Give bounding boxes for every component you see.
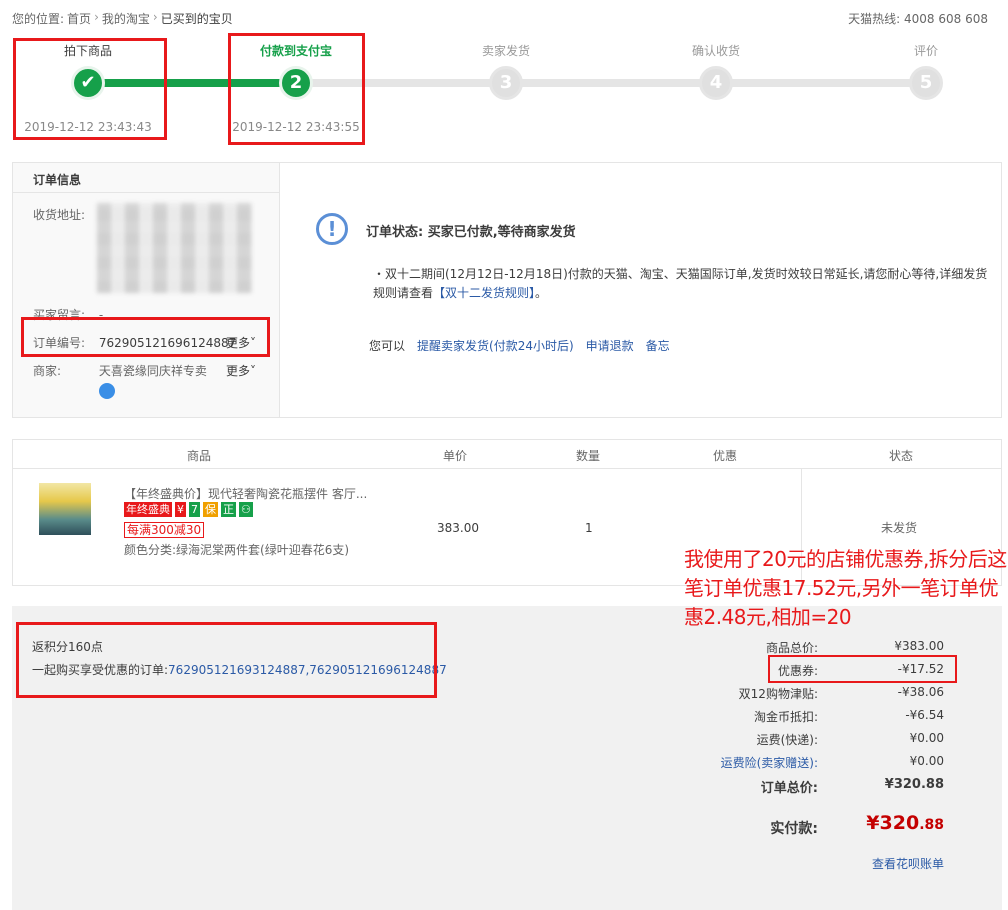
step-number: 4	[699, 66, 733, 100]
memo-link[interactable]: 备忘	[646, 337, 670, 354]
actual-payment: 实付款: ¥320.88	[658, 812, 944, 838]
quantity: 1	[585, 521, 593, 535]
insurance-link[interactable]: 运费险(卖家赠送):	[658, 754, 818, 771]
remind-ship-link[interactable]: 提醒卖家发货(付款24小时后)	[417, 337, 574, 354]
pay-decimal: .88	[919, 817, 944, 833]
shipping-rules-link[interactable]: 【双十二发货规则】	[433, 286, 535, 300]
shipping-notice: ・双十二期间(12月12日-12月18日)付款的天猫、淘宝、天猫国际订单,发货时…	[373, 265, 998, 303]
fee-goods-total: 商品总价: ¥383.00	[658, 639, 944, 656]
info-icon: !	[316, 213, 348, 245]
merchant-link[interactable]: 天喜瓷缘同庆祥专卖	[99, 364, 207, 378]
merchant-row: 商家: 天喜瓷缘同庆祥专卖	[33, 362, 207, 379]
merchant-more-toggle[interactable]: 更多˅	[226, 362, 256, 379]
annotation-note: 我使用了20元的店铺优惠券,拆分后这笔订单优惠17.52元,另外一笔订单优惠2.…	[684, 547, 1007, 629]
total-label: 订单总价:	[760, 781, 818, 796]
fee-label: 淘金币抵扣:	[753, 710, 818, 724]
breadcrumb-prefix: 您的位置:	[12, 12, 65, 26]
step-label: 卖家发货	[481, 44, 530, 58]
step-number: 2	[279, 66, 313, 100]
product-title-link[interactable]: 【年终盛典价】现代轻奢陶瓷花瓶摆件 客厅...	[124, 485, 367, 502]
coupon-badge[interactable]: ¥	[175, 502, 186, 517]
sale-badge[interactable]: 年终盛典	[124, 502, 172, 517]
breadcrumb-separator: ›	[152, 10, 158, 24]
highlight-box	[21, 317, 270, 357]
fee-value: ¥0.00	[909, 731, 944, 745]
fee-value: -¥6.54	[905, 708, 944, 722]
breadcrumb-my-taobao[interactable]: 我的淘宝	[102, 10, 150, 27]
fee-subsidy: 双12购物津贴: -¥38.06	[658, 685, 944, 702]
huabei-bill-link[interactable]: 查看花呗账单	[872, 855, 944, 872]
fee-value: ¥0.00	[909, 754, 944, 768]
order-info-title: 订单信息	[13, 163, 279, 193]
step-number: 3	[489, 66, 523, 100]
breadcrumb-current: 已买到的宝贝	[160, 12, 233, 26]
service-badges: 年终盛典 ¥ 7 保 正 ⚇	[124, 502, 253, 517]
step-label: 确认收货	[691, 44, 740, 58]
authentic-badge[interactable]: 正	[221, 502, 236, 517]
address-blurred	[97, 203, 252, 293]
step-review: 评价 5	[836, 36, 1008, 100]
step-shipped: 卖家发货 3	[416, 36, 596, 100]
table-header: 商品 单价 数量 优惠 状态	[13, 440, 1001, 469]
fee-insurance: 运费险(卖家赠送): ¥0.00	[658, 754, 944, 771]
sku-info: 颜色分类:绿海泥棠两件套(绿叶迎春花6支)	[124, 543, 350, 557]
pay-label: 实付款:	[770, 821, 818, 837]
fee-label: 双12购物津贴:	[738, 687, 818, 701]
chat-icon[interactable]	[99, 383, 115, 399]
highlight-box	[16, 622, 437, 698]
hotline: 天猫热线: 4008 608 608	[848, 12, 988, 26]
address-label: 收货地址:	[33, 208, 86, 222]
header-status: 状态	[889, 449, 914, 463]
step-label: 评价	[913, 44, 938, 58]
header-price: 单价	[443, 449, 468, 463]
fee-label: 商品总价:	[765, 641, 818, 655]
address-row: 收货地址:	[33, 206, 95, 223]
order-info-sidebar: 订单信息 收货地址: 买家留言: - 订单编号: 762905121696124…	[13, 163, 280, 417]
ship-status: 未发货	[881, 521, 918, 535]
merchant-label: 商家:	[33, 364, 62, 378]
breadcrumb: 您的位置: 首页 › 我的淘宝 › 已买到的宝贝	[12, 10, 233, 27]
return-badge[interactable]: 7	[189, 502, 200, 517]
order-status-title: 订单状态: 买家已付款,等待商家发货	[366, 225, 576, 240]
pay-int: ¥320	[866, 812, 920, 834]
progress-track-todo	[296, 79, 926, 87]
promo-tag: 每满300减30	[124, 522, 205, 538]
step-received: 确认收货 4	[626, 36, 806, 100]
order-info-panel: 订单信息 收货地址: 买家留言: - 订单编号: 762905121696124…	[12, 162, 1002, 418]
order-actions: 您可以 提醒卖家发货(付款24小时后) 申请退款 备忘	[369, 337, 670, 354]
unit-price: 383.00	[437, 521, 479, 535]
header-qty: 数量	[576, 449, 601, 463]
highlight-box	[768, 655, 957, 683]
order-total: 订单总价: ¥320.88	[658, 777, 944, 796]
fee-value: -¥38.06	[897, 685, 944, 699]
check-icon: ✔	[71, 66, 105, 100]
step-number: 5	[909, 66, 943, 100]
refund-link[interactable]: 申请退款	[586, 337, 634, 354]
header-product: 商品	[187, 449, 212, 463]
fee-coins: 淘金币抵扣: -¥6.54	[658, 708, 944, 725]
breadcrumb-separator: ›	[94, 10, 99, 24]
header-discount: 优惠	[713, 449, 738, 463]
guarantee-badge[interactable]: 保	[203, 502, 218, 517]
tmall-icon[interactable]: ⚇	[239, 502, 253, 517]
total-value: ¥320.88	[884, 777, 944, 792]
fee-value: ¥383.00	[894, 639, 944, 653]
fee-label: 运费(快递):	[756, 733, 818, 747]
actions-prefix: 您可以	[369, 339, 406, 353]
fee-shipping: 运费(快递): ¥0.00	[658, 731, 944, 748]
product-thumbnail[interactable]	[39, 483, 91, 535]
notice-end: 。	[535, 286, 548, 300]
breadcrumb-home[interactable]: 首页	[67, 10, 91, 27]
pay-value: ¥320.88	[818, 812, 944, 838]
